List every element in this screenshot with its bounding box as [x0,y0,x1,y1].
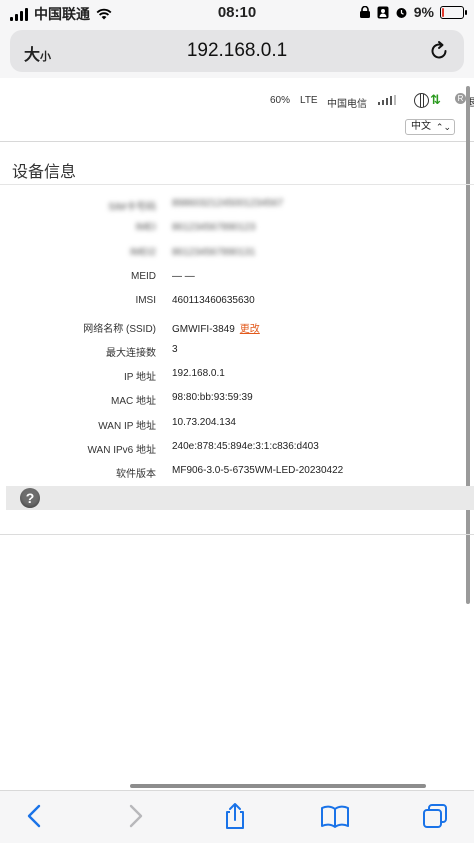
person-icon [377,6,389,18]
info-label: 最大连接数 [106,347,156,359]
info-row: 软件版本 MF906-3.0-5-6735WM-LED-20230422 [0,461,470,481]
info-row: IP 地址 192.168.0.1 [0,364,470,384]
device-battery: 60% [270,95,291,106]
info-value-text: 10.73.204.134 [172,416,236,428]
info-label: IP 地址 [123,372,156,384]
info-value: 861234567890131 [172,247,255,258]
info-row: WAN IP 地址 10.73.204.134 [0,413,470,433]
address-bar[interactable]: 大小 192.168.0.1 [10,30,464,72]
browser-toolbar [0,790,474,843]
scroll-indicator [130,784,426,788]
info-label: IMSI [135,295,156,307]
chevron-updown-icon: ⌃⌄ [435,122,451,132]
info-value-text: MF906-3.0-5-6735WM-LED-20230422 [172,465,344,477]
info-value: GMWIFI-3849 更改 [172,320,260,335]
info-row: MAC 地址 98:80:bb:93:59:39 [0,388,470,408]
info-value: 10.73.204.134 [172,417,236,428]
browser-address-area: 大小 192.168.0.1 [0,26,474,78]
info-value: 3 [172,344,178,355]
info-value-text: 3 [172,343,178,355]
info-value-text: 861234567890131 [172,246,256,258]
battery-icon [440,5,467,19]
signal-strength-icon [378,95,396,105]
share-icon[interactable] [220,801,250,831]
network-type: LTE [300,95,318,106]
content-bottom-divider [0,534,474,535]
section-title: 设备信息 [12,164,77,181]
router-status-header: 60% LTE 中国电信 ⇅ R 退 中文 ⌃⌄ [0,86,474,142]
battery-level-fill [442,7,444,17]
info-value: 240e:878:45:894e:3:1:c836:d403 [172,441,319,452]
info-label: MAC 地址 [111,396,156,408]
info-label: IMEI2 [129,246,156,258]
info-value-text: GMWIFI-3849 [172,323,235,335]
info-value-text: 89860321245001234567 [172,198,284,209]
info-value: 460113460635630 [172,295,255,306]
orientation-lock-icon [359,5,370,18]
change-ssid-link[interactable]: 更改 [240,324,260,335]
help-icon[interactable]: ? [20,488,40,508]
data-transfer-icon: ⇅ [430,92,441,107]
tabs-icon[interactable] [420,801,450,831]
forward-icon[interactable] [120,801,150,831]
info-value: 89860321245001234567 [172,198,283,209]
language-value: 中文 [411,121,431,132]
roaming-badge: R [455,93,466,104]
info-value-text: 240e:878:45:894e:3:1:c836:d403 [172,441,319,452]
info-row: IMEI2 861234567890131 [0,243,470,263]
info-value-text: 192.168.0.1 [172,368,225,380]
back-icon[interactable] [20,801,50,831]
info-row: IMEI 861234567890123 [0,218,470,238]
info-label: MEID [131,270,156,282]
status-bar: 中国联通 08:10 9% [0,0,474,26]
info-row: IMSI 460113460635630 [0,291,470,311]
info-row: 网络名称 (SSID) GMWIFI-3849 更改 [0,316,470,336]
info-value: 192.168.0.1 [172,368,225,379]
info-value-text: 98:80:bb:93:59:39 [172,392,253,404]
info-label: SIM卡号码 [108,202,156,213]
info-row: SIM卡号码 89860321245001234567 [0,194,470,214]
operator-name: 中国电信 [327,99,367,110]
battery-percent: 9% [413,4,434,20]
info-value: 98:80:bb:93:59:39 [172,392,253,403]
info-value-text: 460113460635630 [172,295,255,307]
bookmarks-icon[interactable] [320,801,350,831]
info-value: MF906-3.0-5-6735WM-LED-20230422 [172,465,343,476]
info-label: WAN IPv6 地址 [87,445,156,456]
info-row: WAN IPv6 地址 240e:878:45:894e:3:1:c836:d40… [0,437,470,457]
language-select[interactable]: 中文 ⌃⌄ [405,119,455,135]
section-divider [0,184,474,185]
status-right: 9% [359,4,467,20]
reload-icon[interactable] [428,40,450,62]
url-text[interactable]: 192.168.0.1 [10,40,464,62]
info-label: 软件版本 [116,469,156,481]
alarm-icon [396,7,407,18]
info-value-text: 861234567890123 [172,222,256,234]
info-value-text: — — [172,270,195,282]
info-row: 最大连接数 3 [0,340,470,360]
info-row: MEID — — [0,267,470,287]
info-label: 网络名称 (SSID) [83,323,156,335]
info-label: IMEI [135,222,156,234]
info-value: — — [172,271,195,282]
help-bar: ? [6,486,474,510]
internet-globe-icon [414,93,429,108]
info-label: WAN IP 地址 [98,420,156,432]
info-value: 861234567890123 [172,222,255,233]
